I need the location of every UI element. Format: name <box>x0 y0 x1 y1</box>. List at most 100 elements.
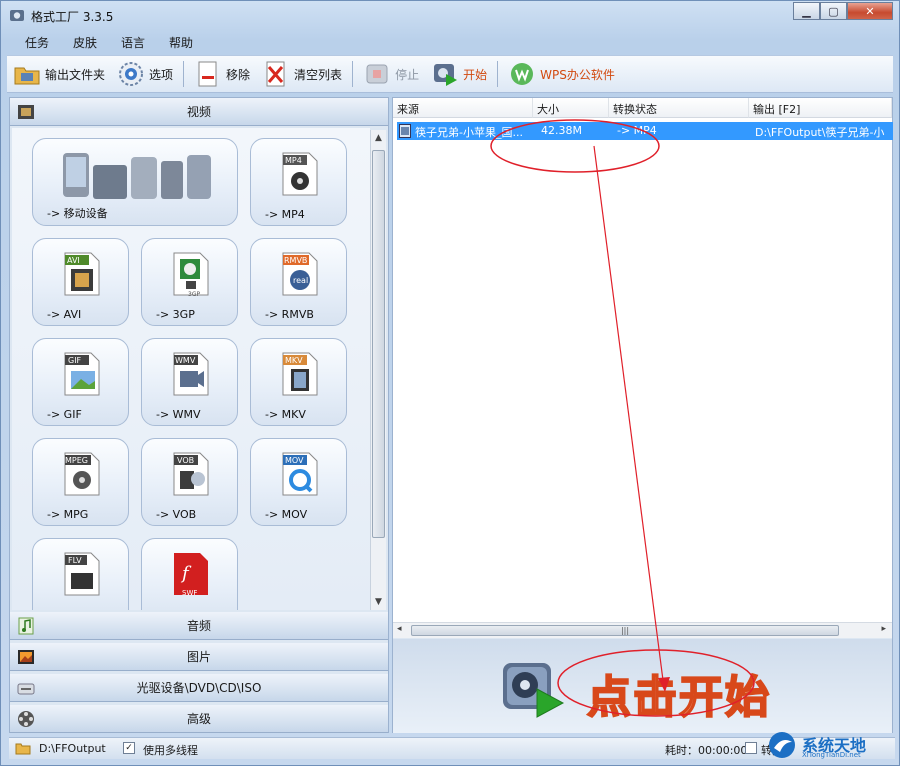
tile-mpg-label: -> MPG <box>47 508 89 521</box>
scroll-down-arrow-icon[interactable]: ▼ <box>371 594 386 610</box>
maximize-button[interactable]: ▢ <box>820 2 847 20</box>
wps-button[interactable]: WPS办公软件 <box>502 57 621 91</box>
start-icon <box>434 64 458 86</box>
scroll-thumb[interactable]: ||| <box>411 625 839 636</box>
output-path[interactable]: D:\FFOutput <box>39 742 106 755</box>
tile-rmvb-label: -> RMVB <box>265 308 314 321</box>
left-panel: 视频 -> 移动设备 MP4 -> MP4 AVI -> AVI 3GP -> … <box>9 97 389 733</box>
mkv-badge: MKV <box>285 356 303 365</box>
menu-task[interactable]: 任务 <box>9 31 57 53</box>
start-button[interactable]: 开始 <box>425 57 493 91</box>
column-header-status[interactable]: 转换状态 <box>609 98 749 118</box>
row-output: D:\FFOutput\筷子兄弟-小 <box>755 126 885 139</box>
tile-vob[interactable]: VOB -> VOB <box>141 438 238 526</box>
category-audio-label: 音频 <box>186 619 211 633</box>
menu-skin[interactable]: 皮肤 <box>57 31 105 53</box>
video-file-icon <box>399 124 411 138</box>
menu-bar: 任务 皮肤 语言 帮助 <box>9 31 201 53</box>
start-convert-icon <box>503 663 565 718</box>
category-advanced[interactable]: 高级 <box>10 705 388 733</box>
category-picture[interactable]: 图片 <box>10 643 388 671</box>
output-folder-button[interactable]: 输出文件夹 <box>7 57 111 91</box>
multithread-label: 使用多线程 <box>143 744 198 757</box>
music-icon <box>18 617 34 635</box>
tile-gif-label: -> GIF <box>47 408 82 421</box>
tile-swf[interactable]: f SWF <box>141 538 238 610</box>
tile-vertical-scrollbar[interactable]: ▲ ▼ <box>370 130 386 610</box>
tile-mpg[interactable]: MPEG -> MPG <box>32 438 129 526</box>
tile-avi[interactable]: AVI -> AVI <box>32 238 129 326</box>
category-rom-device[interactable]: 光驱设备\DVD\CD\ISO <box>10 674 388 702</box>
scroll-right-arrow-icon[interactable]: ▸ <box>881 624 886 634</box>
gear-icon <box>119 62 144 86</box>
clear-list-icon <box>266 61 285 87</box>
remove-button[interactable]: 移除 <box>188 57 256 91</box>
tile-mov-label: -> MOV <box>265 508 308 521</box>
wps-icon <box>511 63 534 85</box>
vob-badge: VOB <box>177 456 195 465</box>
tile-mobile-device[interactable]: -> 移动设备 <box>32 138 238 226</box>
tile-flv[interactable]: FLV <box>32 538 129 610</box>
options-button[interactable]: 选项 <box>111 57 179 91</box>
category-picture-label: 图片 <box>186 650 211 664</box>
remove-label: 移除 <box>226 67 251 82</box>
watermark-sub: XiTongTianDi.net <box>802 751 861 759</box>
mov-badge: MOV <box>285 456 304 465</box>
close-button[interactable]: ✕ <box>847 2 893 20</box>
row-status: -> MP4 <box>617 124 657 137</box>
video-format-grid: -> 移动设备 MP4 -> MP4 AVI -> AVI 3GP -> 3GP… <box>12 128 370 610</box>
window-controls: ▁ ▢ ✕ <box>793 2 893 20</box>
tile-gif[interactable]: GIF -> GIF <box>32 338 129 426</box>
multithread-checkbox[interactable]: ✓ <box>123 742 135 754</box>
output-folder-label: 输出文件夹 <box>45 67 106 82</box>
picture-icon <box>18 650 34 664</box>
tile-3gp[interactable]: 3GP -> 3GP <box>141 238 238 326</box>
minimize-button[interactable]: ▁ <box>793 2 820 20</box>
title-bar: 格式工厂 3.3.5 ▁ ▢ ✕ <box>1 1 899 29</box>
window-title: 格式工厂 3.3.5 <box>31 10 114 24</box>
mobile-devices-icon <box>63 153 211 199</box>
row-size: 42.38M <box>541 124 582 137</box>
column-header-output[interactable]: 输出 [F2] <box>749 98 892 118</box>
site-watermark: 系统天地 XiTongTianDi.net <box>766 730 894 760</box>
wmv-badge: WMV <box>175 356 196 365</box>
tile-mov[interactable]: MOV -> MOV <box>250 438 347 526</box>
category-audio[interactable]: 音频 <box>10 612 388 640</box>
clear-list-button[interactable]: 清空列表 <box>256 57 348 91</box>
tile-mp4[interactable]: MP4 -> MP4 <box>250 138 347 226</box>
mpeg-badge: MPEG <box>65 456 88 465</box>
task-list-horizontal-scrollbar[interactable]: ◂ ||| ▸ <box>393 622 892 638</box>
column-header-size[interactable]: 大小 <box>533 98 609 118</box>
3gp-badge: 3GP <box>188 291 201 298</box>
scroll-thumb[interactable] <box>372 150 385 538</box>
table-row[interactable]: 筷子兄弟-小苹果_国... 42.38M -> MP4 D:\FFOutput\… <box>397 122 893 140</box>
main-window: 格式工厂 3.3.5 ▁ ▢ ✕ 任务 皮肤 语言 帮助 输出文件夹 选项 移除… <box>0 0 900 766</box>
mp4-badge: MP4 <box>285 156 302 165</box>
toolbar-separator <box>183 61 185 87</box>
film-reel-icon <box>18 711 34 727</box>
task-list: 来源 大小 转换状态 输出 [F2] 筷子兄弟-小苹果_国... 42.38M … <box>393 98 893 638</box>
menu-help[interactable]: 帮助 <box>153 31 201 53</box>
stop-button[interactable]: 停止 <box>357 57 425 91</box>
tile-wmv[interactable]: WMV -> WMV <box>141 338 238 426</box>
row-source: 筷子兄弟-小苹果_国... <box>415 126 523 139</box>
column-header-source[interactable]: 来源 <box>393 98 533 118</box>
category-advanced-label: 高级 <box>186 712 211 726</box>
scroll-up-arrow-icon[interactable]: ▲ <box>371 130 386 146</box>
flv-badge: FLV <box>68 556 82 565</box>
elapsed-time: 耗时：00:00:00 <box>665 744 748 757</box>
rmvb-badge: RMVB <box>284 256 308 265</box>
tile-mkv-label: -> MKV <box>265 408 306 421</box>
toolbar: 输出文件夹 选项 移除 清空列表 停止 开始 WPS办公软件 <box>7 55 893 93</box>
scroll-left-arrow-icon[interactable]: ◂ <box>397 624 402 634</box>
right-panel: 来源 大小 转换状态 输出 [F2] 筷子兄弟-小苹果_国... 42.38M … <box>392 97 893 733</box>
menu-language[interactable]: 语言 <box>105 31 153 53</box>
tile-rmvb[interactable]: real RMVB -> RMVB <box>250 238 347 326</box>
start-banner[interactable]: 点击开始 <box>393 639 892 733</box>
tile-mobile-device-label: -> 移动设备 <box>47 207 108 220</box>
tile-3gp-label: -> 3GP <box>156 308 195 321</box>
category-video[interactable]: 视频 <box>10 98 388 126</box>
toolbar-separator <box>497 61 499 87</box>
after-convert-checkbox[interactable] <box>745 742 757 754</box>
tile-mkv[interactable]: MKV -> MKV <box>250 338 347 426</box>
